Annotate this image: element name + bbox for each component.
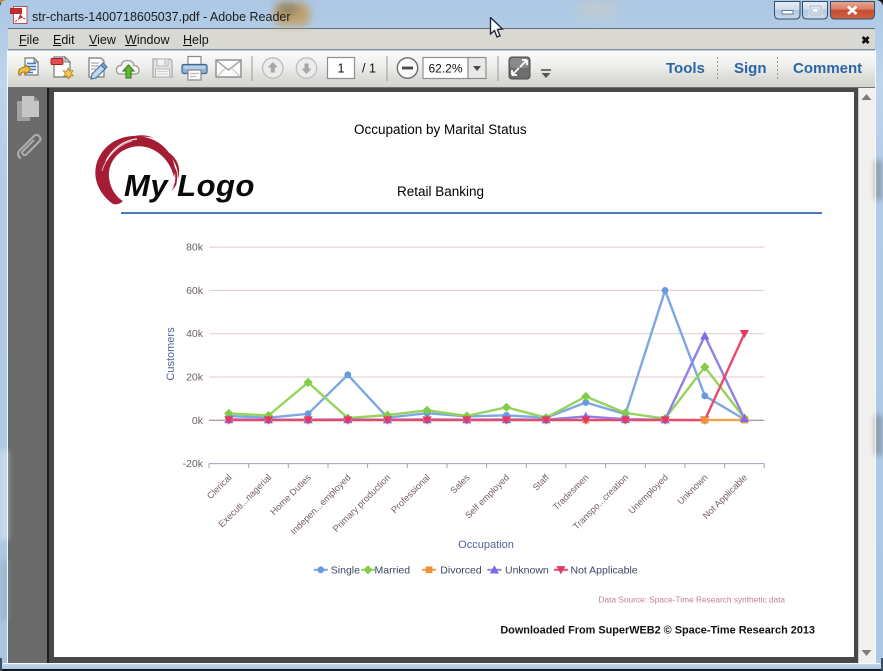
svg-text:0k: 0k: [192, 415, 204, 427]
svg-text:1: 1: [338, 62, 345, 76]
svg-text:62.2%: 62.2%: [428, 62, 462, 76]
svg-text:Unemployed: Unemployed: [626, 472, 670, 516]
svg-text:Single: Single: [331, 565, 360, 577]
svg-text:Unknown: Unknown: [675, 472, 709, 506]
svg-text:/ 1: / 1: [362, 62, 376, 76]
svg-text:Sales: Sales: [448, 472, 472, 496]
svg-text:Professional: Professional: [389, 472, 432, 515]
svg-text:Divorced: Divorced: [440, 565, 482, 577]
svg-text:Staff: Staff: [531, 472, 552, 493]
svg-text:20k: 20k: [186, 372, 204, 384]
svg-text:Not Applicable: Not Applicable: [571, 565, 638, 577]
svg-text:-20k: -20k: [183, 458, 204, 470]
svg-text:Customers: Customers: [165, 327, 177, 381]
svg-text:40k: 40k: [186, 328, 204, 340]
svg-text:Data Source: Space-Time Resear: Data Source: Space-Time Research synthet…: [599, 595, 786, 605]
svg-text:Tradesmen: Tradesmen: [551, 472, 591, 512]
svg-text:Unknown: Unknown: [505, 565, 549, 577]
svg-text:80k: 80k: [186, 242, 204, 254]
svg-text:Married: Married: [375, 565, 411, 577]
svg-text:Clerical: Clerical: [205, 472, 234, 501]
svg-text:Occupation: Occupation: [458, 539, 514, 551]
svg-text:Downloaded From SuperWEB2 © Sp: Downloaded From SuperWEB2 © Space-Time R…: [500, 625, 815, 637]
svg-text:60k: 60k: [186, 285, 204, 297]
